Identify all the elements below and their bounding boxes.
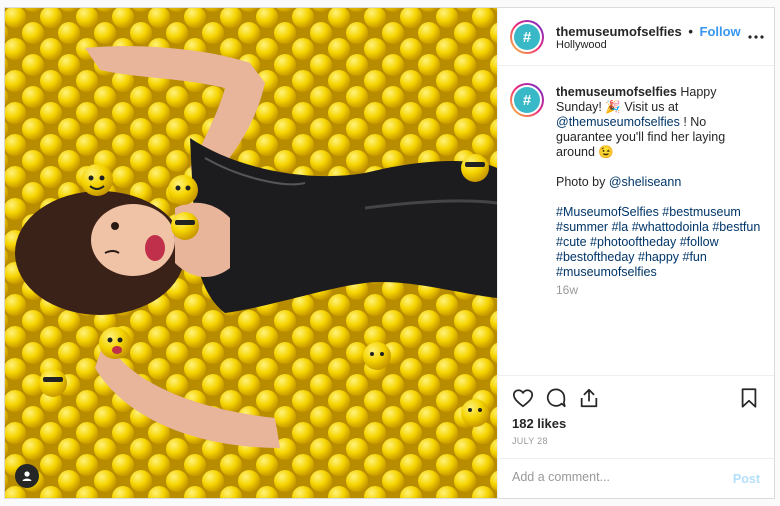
header-username-row: themuseumofselfies • Follow xyxy=(556,24,741,39)
photo-credit: Photo by @sheliseann xyxy=(556,175,761,190)
likes-count[interactable]: 182 likes xyxy=(512,416,566,431)
caption-area: # themuseumofselfies Happy Sunday! 🎉 Vis… xyxy=(498,67,774,375)
post-age[interactable]: 16w xyxy=(556,283,578,297)
comment-box: Post xyxy=(498,458,774,498)
heart-icon[interactable] xyxy=(512,387,534,409)
caption-username[interactable]: themuseumofselfies xyxy=(556,85,677,99)
post-date[interactable]: JULY 28 xyxy=(512,436,548,446)
caption-line2-pre: Visit us at xyxy=(620,100,679,114)
post-comment-button[interactable]: Post xyxy=(733,472,760,486)
photo-by-label: Photo by xyxy=(556,175,609,189)
username-link[interactable]: themuseumofselfies xyxy=(556,24,682,39)
photo-illustration xyxy=(5,8,497,498)
post-photo[interactable] xyxy=(5,8,497,498)
wink-emoji-icon: 😉 xyxy=(598,145,614,159)
post-sidebar: # themuseumofselfies • Follow Hollywood … xyxy=(497,8,774,498)
caption-text: themuseumofselfies Happy Sunday! 🎉 Visit… xyxy=(556,85,761,280)
action-bar: 182 likes JULY 28 xyxy=(498,375,774,452)
avatar[interactable]: # xyxy=(510,20,544,54)
party-emoji-icon: 🎉 xyxy=(605,100,621,114)
mention-photographer-link[interactable]: @sheliseann xyxy=(609,175,681,189)
caption-avatar[interactable]: # xyxy=(510,83,544,117)
separator-dot: • xyxy=(688,24,693,39)
share-icon[interactable] xyxy=(578,387,600,409)
avatar-hash-icon: # xyxy=(514,87,540,113)
post-card: # themuseumofselfies • Follow Hollywood … xyxy=(4,7,775,499)
more-options-icon[interactable] xyxy=(748,28,764,39)
bookmark-icon[interactable] xyxy=(738,387,760,409)
location-link[interactable]: Hollywood xyxy=(556,39,607,51)
follow-button[interactable]: Follow xyxy=(700,24,741,39)
hashtags[interactable]: #MuseumofSelfies #bestmuseum #summer #la… xyxy=(556,205,761,280)
comment-input[interactable] xyxy=(512,470,712,484)
post-header: # themuseumofselfies • Follow Hollywood xyxy=(498,8,774,66)
avatar-hash-icon: # xyxy=(514,24,540,50)
comment-icon[interactable] xyxy=(545,387,567,409)
user-tag-icon[interactable] xyxy=(15,464,39,488)
mention-museum-link[interactable]: @themuseumofselfies xyxy=(556,115,680,129)
